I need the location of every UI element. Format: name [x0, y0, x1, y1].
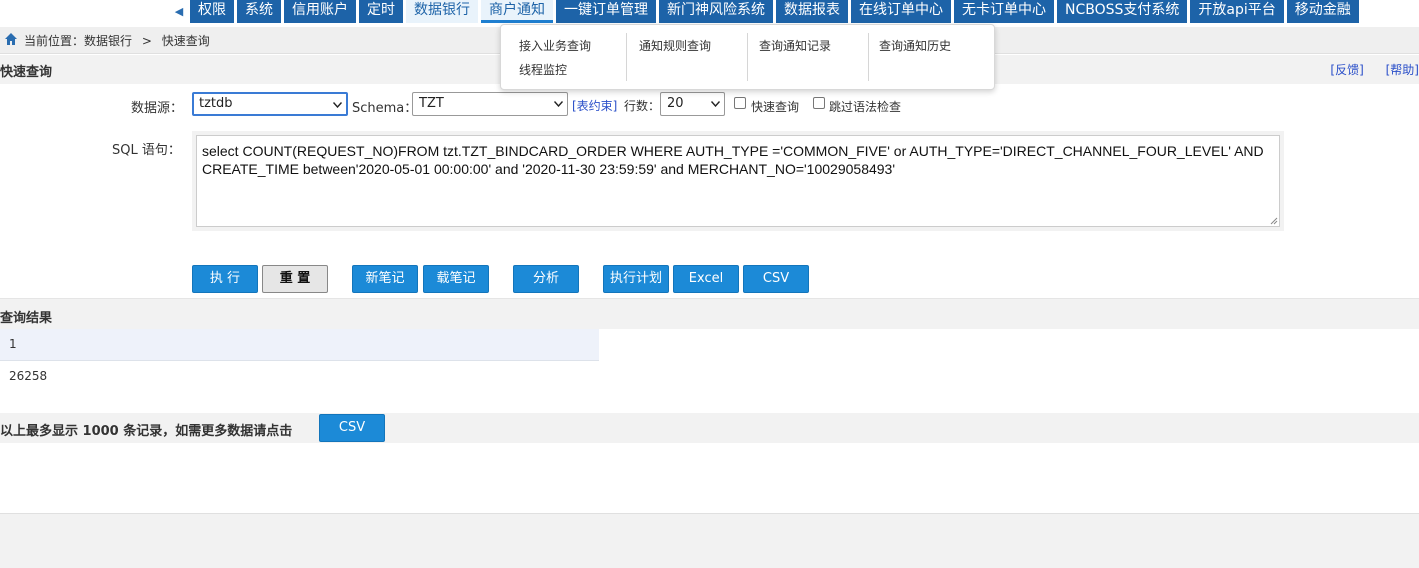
- chevron-down-icon: [711, 101, 720, 107]
- skip-syntax-checkbox[interactable]: [813, 97, 825, 109]
- results-title: 查询结果: [0, 311, 53, 326]
- rows-select[interactable]: 20: [660, 92, 725, 116]
- table-row: 26258: [0, 361, 599, 393]
- nav-scroll-left-icon[interactable]: ◀: [172, 5, 186, 19]
- schema-label: Schema：: [352, 101, 418, 116]
- nav-tab[interactable]: NCBOSS支付系统: [1057, 0, 1188, 23]
- results-limit-note: 以上最多显示 1000 条记录，如需更多数据请点击: [0, 424, 293, 439]
- quick-query-checkbox[interactable]: [734, 97, 746, 109]
- page-title: 快速查询: [0, 65, 53, 80]
- menu-item-notify-rule-query[interactable]: 通知规则查询: [639, 37, 711, 54]
- menu-divider: [626, 33, 627, 81]
- help-link[interactable]: [帮助]: [1386, 63, 1419, 77]
- reset-button[interactable]: 重 置: [262, 265, 328, 293]
- analyze-button[interactable]: 分析: [513, 265, 579, 293]
- merchant-notify-dropdown: 接入业务查询 线程监控 通知规则查询 查询通知记录 查询通知历史: [500, 24, 995, 90]
- load-note-button[interactable]: 载笔记: [423, 265, 489, 293]
- menu-item-thread-monitor[interactable]: 线程监控: [519, 61, 567, 78]
- feedback-link[interactable]: [反馈]: [1330, 63, 1363, 77]
- menu-divider: [747, 33, 748, 81]
- nav-tab[interactable]: 数据报表: [776, 0, 848, 23]
- nav-tab[interactable]: 在线订单中心: [851, 0, 951, 23]
- sql-label: SQL 语句：: [112, 143, 181, 158]
- menu-divider: [868, 33, 869, 81]
- datasource-select[interactable]: tztdb: [192, 92, 348, 116]
- csv-button[interactable]: CSV: [743, 265, 809, 293]
- breadcrumb-separator: >: [141, 34, 152, 48]
- nav-tab[interactable]: 开放api平台: [1190, 0, 1284, 23]
- breadcrumb-prefix: 当前位置：: [24, 34, 85, 48]
- menu-item-access-business-query[interactable]: 接入业务查询: [519, 37, 591, 54]
- nav-tab[interactable]: 无卡订单中心: [954, 0, 1054, 23]
- breadcrumb-current: 快速查询: [161, 34, 210, 48]
- results-note-bar: 以上最多显示 1000 条记录，如需更多数据请点击 CSV: [0, 413, 1419, 443]
- menu-item-notify-record-query[interactable]: 查询通知记录: [759, 37, 831, 54]
- chevron-down-icon: [554, 101, 563, 107]
- table-constraint-link[interactable]: [表约束]: [572, 97, 617, 114]
- home-icon[interactable]: [4, 32, 18, 46]
- nav-tab[interactable]: 数据银行: [406, 0, 478, 23]
- column-header-cell: 1: [9, 337, 17, 351]
- datasource-label: 数据源：: [131, 101, 184, 116]
- sql-textarea[interactable]: select COUNT(REQUEST_NO)FROM tzt.TZT_BIN…: [196, 135, 1280, 227]
- footer-bar: [0, 513, 1419, 568]
- breadcrumb-text: 当前位置：数据银行 > 快速查询: [24, 32, 210, 49]
- rows-value: 20: [667, 96, 684, 111]
- breadcrumb-parent[interactable]: 数据银行: [84, 34, 132, 48]
- execute-button[interactable]: 执 行: [192, 265, 258, 293]
- sql-editor-wrap: select COUNT(REQUEST_NO)FROM tzt.TZT_BIN…: [192, 131, 1284, 231]
- nav-tab[interactable]: 商户通知: [481, 0, 553, 23]
- nav-tab[interactable]: 一键订单管理: [556, 0, 656, 23]
- exec-plan-button[interactable]: 执行计划: [603, 265, 669, 293]
- export-csv-button[interactable]: CSV: [319, 414, 385, 442]
- excel-button[interactable]: Excel: [673, 265, 739, 293]
- quick-query-label: 快速查询: [751, 100, 800, 114]
- result-cell: 26258: [9, 369, 48, 383]
- results-header: 查询结果: [0, 298, 1419, 329]
- schema-value: TZT: [419, 96, 444, 111]
- results-column-header: 1: [0, 329, 599, 361]
- schema-select[interactable]: TZT: [412, 92, 568, 116]
- nav-tab[interactable]: 新门神风险系统: [659, 0, 773, 23]
- chevron-down-icon: [333, 102, 342, 108]
- nav-tab[interactable]: 系统: [237, 0, 281, 23]
- nav-tab[interactable]: 定时: [359, 0, 403, 23]
- new-note-button[interactable]: 新笔记: [352, 265, 418, 293]
- top-nav: ◀ 权限 系统 信用账户 定时 数据银行 商户通知 一键订单管理 新门神风险系统 数据报表 在线订…: [0, 0, 1419, 23]
- rows-label: 行数：: [624, 99, 661, 113]
- skip-syntax-label: 跳过语法检查: [829, 100, 902, 114]
- nav-tab[interactable]: 权限: [190, 0, 234, 23]
- datasource-value: tztdb: [199, 96, 233, 111]
- nav-tabs: 权限 系统 信用账户 定时 数据银行 商户通知 一键订单管理 新门神风险系统 数据报表 在线订单中…: [190, 0, 1362, 23]
- nav-tab[interactable]: 信用账户: [284, 0, 356, 23]
- nav-tab[interactable]: 移动金融: [1286, 0, 1359, 23]
- menu-item-notify-history-query[interactable]: 查询通知历史: [879, 37, 951, 54]
- resize-grip-icon[interactable]: [1270, 217, 1278, 225]
